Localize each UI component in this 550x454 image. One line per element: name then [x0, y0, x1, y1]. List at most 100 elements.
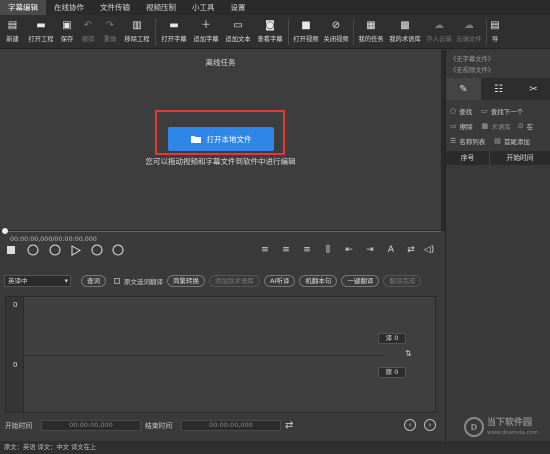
- save-icon: ▣: [62, 20, 72, 31]
- swap-time-icon[interactable]: ⇄: [285, 420, 293, 431]
- find-row: ○ 查找 ▭ 查找下一个: [450, 106, 523, 116]
- list-tab[interactable]: ☷: [481, 78, 516, 100]
- progress-track[interactable]: [4, 231, 441, 232]
- my-tasks-button[interactable]: ▦ 我的任务: [356, 15, 386, 49]
- add-text-button[interactable]: ▭ 追加文本: [222, 15, 254, 49]
- subtitle-editor[interactable]: 0 0 译 0 原 0: [5, 296, 436, 413]
- machine-translate-button[interactable]: 机翻本句: [299, 274, 338, 287]
- new-button[interactable]: ▤ 新建: [0, 15, 25, 49]
- list-icon: ☷: [494, 83, 503, 95]
- simp-trad-button[interactable]: 简繁转换: [167, 274, 205, 287]
- go-start-icon[interactable]: ⇤: [342, 243, 356, 257]
- go-end-icon[interactable]: ⇥: [363, 243, 377, 257]
- menu-bar: 字幕编辑 在线协作 文件传输 视频压制 小工具 设置: [0, 0, 550, 15]
- swap-icon[interactable]: ⇄: [404, 243, 418, 257]
- save-button[interactable]: ▣ 保存: [57, 15, 77, 49]
- find-next-button[interactable]: 查找下一个: [491, 106, 524, 116]
- export-icon: ▤: [490, 20, 500, 31]
- rewind-5-icon[interactable]: [26, 243, 40, 257]
- erase-button[interactable]: 擦除: [460, 121, 473, 131]
- open-subtitle-icon: ▬: [169, 20, 179, 31]
- toolbar-divider: [486, 19, 487, 45]
- view-subtitle-label: 查看字幕: [257, 36, 283, 43]
- watermark: D 当下软件园 www.downxia.com: [464, 412, 550, 442]
- forward-5-icon[interactable]: [111, 243, 125, 257]
- volume-icon[interactable]: ◁): [422, 243, 436, 257]
- progress-handle[interactable]: [2, 228, 8, 234]
- tools-tab[interactable]: ✂: [516, 78, 550, 100]
- status-bar: 原文：英语 译文：中文 译文在上: [0, 441, 550, 454]
- task-icon: ▦: [366, 20, 376, 31]
- my-tasks-label: 我的任务: [358, 36, 384, 43]
- head-tail-add-button[interactable]: 首尾添加: [504, 136, 530, 146]
- redo-button[interactable]: ↷ 重做: [99, 15, 121, 49]
- align-left-icon[interactable]: ≡: [258, 243, 272, 257]
- remove-project-button[interactable]: ▥ 移除工程: [121, 15, 153, 49]
- close-video-button[interactable]: ⊘ 关闭视频: [321, 15, 351, 49]
- forward-1-icon[interactable]: [90, 243, 104, 257]
- add-text-label: 追加文本: [225, 36, 251, 43]
- rewind-1-icon[interactable]: [48, 243, 62, 257]
- prev-line-icon[interactable]: ‹: [404, 419, 416, 431]
- translation-done-button[interactable]: 翻译完成: [383, 274, 422, 287]
- save-cloud-button[interactable]: ☁ 存入云端: [424, 15, 454, 49]
- subtitle-list-header: 序号 开始时间: [446, 151, 550, 165]
- lookup-button[interactable]: 查词: [81, 274, 106, 287]
- add-subtitle-button[interactable]: ＋ 追加字幕: [190, 15, 222, 49]
- new-file-icon: ▤: [7, 20, 18, 31]
- undo-label: 撤销: [81, 36, 95, 43]
- next-line-icon[interactable]: ›: [424, 419, 436, 431]
- start-time-field[interactable]: 00:00:00,000: [41, 419, 141, 431]
- menu-settings[interactable]: 设置: [223, 0, 254, 15]
- toolbar: ▤ 新建 ▬ 打开工程 ▣ 保存 ↶ 撤销 ↷ 重做 ▥ 移除工程 ▬ 打开字幕 ＋追加字幕 …: [0, 15, 550, 49]
- open-video-button[interactable]: ■ 打开视频: [291, 15, 321, 49]
- swap-lines-icon[interactable]: ⇅: [405, 349, 412, 358]
- subtitle-file-label: 《无字幕文件》: [450, 56, 495, 63]
- view-subtitle-button[interactable]: ◙ 查看字幕: [254, 15, 286, 49]
- end-time-field[interactable]: 00:00:00,000: [181, 419, 281, 431]
- my-glossary-button[interactable]: ▩ 我的术语库: [386, 15, 424, 49]
- one-click-translate-button[interactable]: 一键翻译: [341, 274, 380, 287]
- align-center-icon[interactable]: ≡: [279, 243, 293, 257]
- menu-video-compress[interactable]: 视频压制: [138, 0, 184, 15]
- open-subtitle-button[interactable]: ▬ 打开字幕: [158, 15, 190, 49]
- menu-online-collab[interactable]: 在线协作: [46, 0, 92, 15]
- close-video-label: 关闭视频: [323, 36, 349, 43]
- open-local-file-button[interactable]: 打开本地文件: [168, 127, 274, 151]
- undo-button[interactable]: ↶ 撤销: [77, 15, 99, 49]
- right-panel-tabs: ✎ ☷ ✂: [446, 78, 550, 100]
- watermark-logo: D: [464, 417, 484, 437]
- menu-file-transfer[interactable]: 文件传输: [92, 0, 138, 15]
- word-select-checkbox[interactable]: [114, 277, 120, 284]
- playback-timeline: 00:00:00,000/00:00:00,000: [0, 228, 445, 272]
- stop-icon[interactable]: [4, 243, 18, 257]
- redo-label: 重做: [103, 36, 117, 43]
- export-button[interactable]: ▤ 导: [489, 15, 501, 49]
- add-subtitle-icon: ＋: [201, 20, 211, 31]
- col-index: 序号: [446, 151, 490, 165]
- partial-label: 在: [526, 123, 534, 131]
- col-start-time: 开始时间: [490, 151, 550, 165]
- edit-tab[interactable]: ✎: [446, 78, 481, 100]
- name-list-button[interactable]: 名称列表: [459, 136, 485, 146]
- menu-tools[interactable]: 小工具: [184, 0, 223, 15]
- toolbar-divider: [155, 19, 156, 45]
- save-label: 保存: [60, 36, 74, 43]
- bottom-line-index: 0: [13, 361, 18, 369]
- find-button[interactable]: 查找: [459, 106, 472, 116]
- align-middle-icon[interactable]: ≡: [300, 243, 314, 257]
- play-icon[interactable]: [69, 243, 83, 257]
- redo-icon: ↷: [105, 20, 115, 31]
- time-row: 开始时间 00:00:00,000 结束时间 00:00:00,000 ⇄: [0, 418, 441, 432]
- add-glossary-button[interactable]: 添加到术语库: [209, 274, 260, 287]
- split-icon[interactable]: ⫼: [321, 243, 335, 257]
- font-size-icon[interactable]: A: [384, 243, 398, 257]
- glossary-button[interactable]: 术语库: [491, 121, 511, 131]
- ai-listen-button[interactable]: AI听译: [264, 274, 296, 287]
- open-project-button[interactable]: ▬ 打开工程: [25, 15, 57, 49]
- cloud-files-button[interactable]: ☁ 云端文件: [454, 15, 484, 49]
- pencil-icon: ✎: [459, 83, 468, 95]
- undo-icon: ↶: [83, 20, 93, 31]
- menu-subtitle-edit[interactable]: 字幕编辑: [0, 0, 46, 15]
- language-select[interactable]: 英译中: [4, 274, 71, 287]
